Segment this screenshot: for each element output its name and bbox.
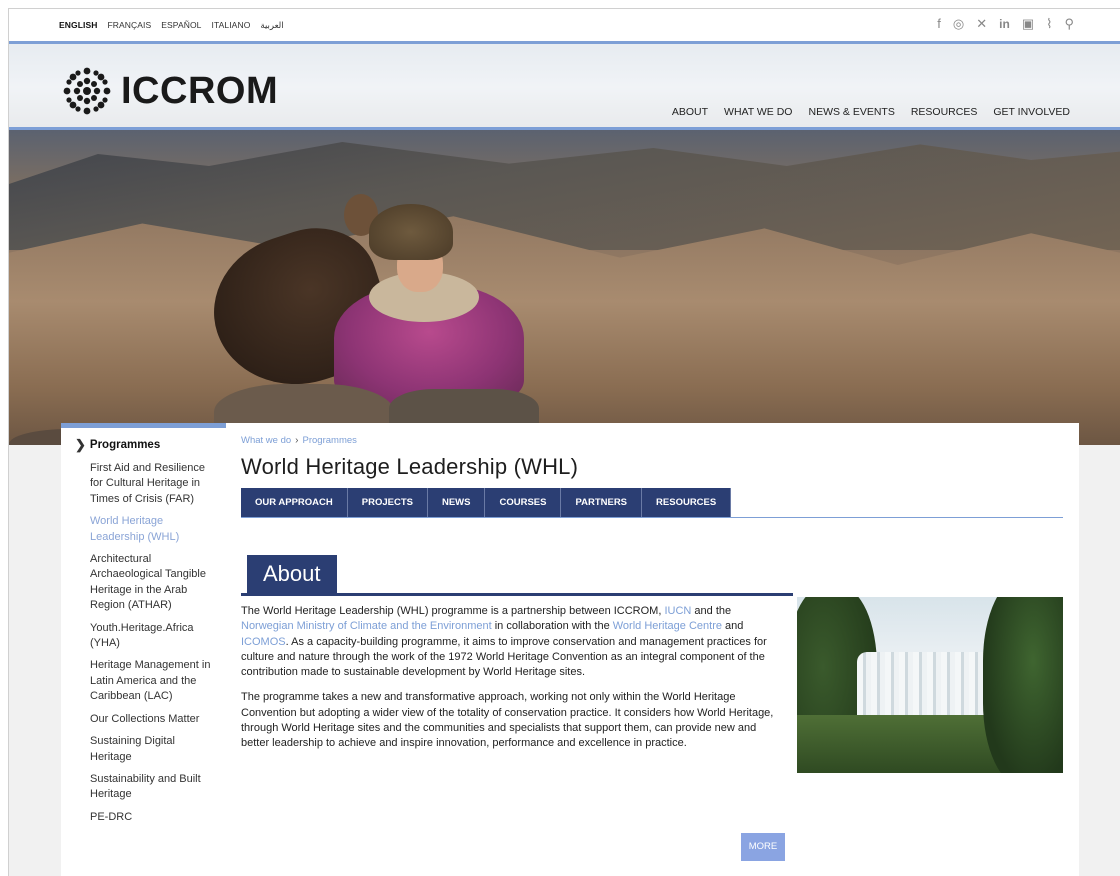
waterfall-image	[797, 597, 1063, 773]
sidebar-item-digital[interactable]: Sustaining Digital Heritage	[90, 734, 215, 765]
sidebar-item-far[interactable]: First Aid and Resilience for Cultural He…	[90, 461, 215, 507]
main-content: What we do › Programmes World Heritage L…	[241, 435, 1067, 861]
logo-wordmark: ICCROM	[121, 69, 279, 112]
sidebar-item-sustainability[interactable]: Sustainability and Built Heritage	[90, 772, 215, 803]
breadcrumb: What we do › Programmes	[241, 435, 1067, 446]
lang-italian[interactable]: ITALIANO	[212, 20, 251, 31]
sidebar-heading[interactable]: ❯ Programmes	[75, 437, 215, 453]
breadcrumb-link-what-we-do[interactable]: What we do	[241, 435, 291, 446]
lang-spanish[interactable]: ESPAÑOL	[161, 20, 201, 31]
about-p1-text-3: in collaboration with the	[491, 620, 613, 633]
tab-projects[interactable]: PROJECTS	[347, 488, 428, 517]
hero-person-hat	[369, 204, 453, 260]
breadcrumb-link-programmes[interactable]: Programmes	[303, 435, 357, 446]
facebook-icon[interactable]: f	[937, 16, 941, 32]
tab-resources[interactable]: RESOURCES	[642, 488, 732, 517]
about-paragraph-1: The World Heritage Leadership (WHL) prog…	[241, 604, 781, 680]
tab-partners[interactable]: PARTNERS	[561, 488, 643, 517]
link-icomos[interactable]: ICOMOS	[241, 636, 286, 648]
search-icon[interactable]: ⚲	[1064, 16, 1074, 32]
browser-page: ENGLISH FRANÇAIS ESPAÑOL ITALIANO العربي…	[8, 8, 1120, 876]
main-nav: ABOUT WHAT WE DO NEWS & EVENTS RESOURCES…	[672, 106, 1070, 118]
nav-what-we-do[interactable]: WHAT WE DO	[724, 106, 792, 118]
about-heading: About	[247, 555, 337, 593]
sidebar-list: First Aid and Resilience for Cultural He…	[75, 461, 215, 825]
section-tabs: OUR APPROACH PROJECTS NEWS COURSES PARTN…	[241, 488, 1063, 518]
link-iucn[interactable]: IUCN	[664, 605, 691, 617]
tab-news[interactable]: NEWS	[427, 488, 486, 517]
tab-our-approach[interactable]: OUR APPROACH	[241, 488, 348, 517]
rss-icon[interactable]: ⌇	[1046, 16, 1052, 32]
nav-about[interactable]: ABOUT	[672, 106, 708, 118]
utility-bar: ENGLISH FRANÇAIS ESPAÑOL ITALIANO العربي…	[9, 9, 1120, 41]
sidebar-item-whl[interactable]: World Heritage Leadership (WHL)	[90, 514, 215, 545]
sidebar-item-collections[interactable]: Our Collections Matter	[90, 712, 215, 727]
sidebar-item-lac[interactable]: Heritage Management in Latin America and…	[90, 658, 215, 704]
waterfall-tree-right	[983, 597, 1063, 773]
nav-news-events[interactable]: NEWS & EVENTS	[808, 106, 894, 118]
more-button[interactable]: MORE	[741, 833, 785, 861]
sidebar-nav: ❯ Programmes First Aid and Resilience fo…	[75, 437, 215, 832]
sidebar-item-pe-drc[interactable]: PE-DRC	[90, 810, 215, 825]
x-icon[interactable]: ✕	[976, 16, 987, 32]
link-world-heritage-centre[interactable]: World Heritage Centre	[613, 620, 722, 632]
breadcrumb-chevron-icon: ›	[295, 435, 299, 446]
chevron-right-icon: ❯	[75, 437, 86, 452]
about-section: About The World Heritage Leadership (WHL…	[241, 555, 793, 752]
site-logo[interactable]: ICCROM	[61, 65, 278, 117]
sidebar-accent-bar	[61, 423, 226, 428]
language-switcher: ENGLISH FRANÇAIS ESPAÑOL ITALIANO العربي…	[59, 20, 284, 31]
nav-resources[interactable]: RESOURCES	[911, 106, 978, 118]
about-p1-text-2: and the	[691, 605, 732, 617]
link-norwegian-ministry[interactable]: Norwegian Ministry of Climate and the En…	[241, 620, 492, 632]
about-p1-text-5: . As a capacity-building programme, it a…	[241, 635, 767, 679]
youtube-icon[interactable]: ▣	[1022, 16, 1034, 32]
about-paragraph-2: The programme takes a new and transforma…	[241, 691, 774, 750]
social-links: f ◎ ✕ in ▣ ⌇ ⚲	[937, 16, 1074, 32]
lang-arabic[interactable]: العربية	[260, 20, 283, 31]
sidebar-item-athar[interactable]: Architectural Archaeological Tangible He…	[90, 552, 215, 614]
lang-french[interactable]: FRANÇAIS	[107, 20, 151, 31]
sidebar-heading-label: Programmes	[89, 439, 161, 451]
about-p1-text-4: and	[721, 620, 744, 633]
tab-courses[interactable]: COURSES	[485, 488, 562, 517]
sidebar-item-yha[interactable]: Youth.Heritage.Africa (YHA)	[90, 621, 215, 652]
lang-english[interactable]: ENGLISH	[59, 20, 97, 31]
nav-get-involved[interactable]: GET INVOLVED	[993, 106, 1070, 118]
page-title: World Heritage Leadership (WHL)	[241, 454, 579, 479]
linkedin-icon[interactable]: in	[999, 16, 1010, 32]
about-p1-text-1: The World Heritage Leadership (WHL) prog…	[241, 605, 665, 617]
iccrom-logo-icon	[63, 67, 111, 115]
hero-banner: ICCROM ABOUT WHAT WE DO NEWS & EVENTS RE…	[9, 41, 1120, 445]
instagram-icon[interactable]: ◎	[953, 16, 964, 32]
content-panel: ❯ Programmes First Aid and Resilience fo…	[61, 423, 1079, 876]
about-divider	[241, 593, 793, 596]
